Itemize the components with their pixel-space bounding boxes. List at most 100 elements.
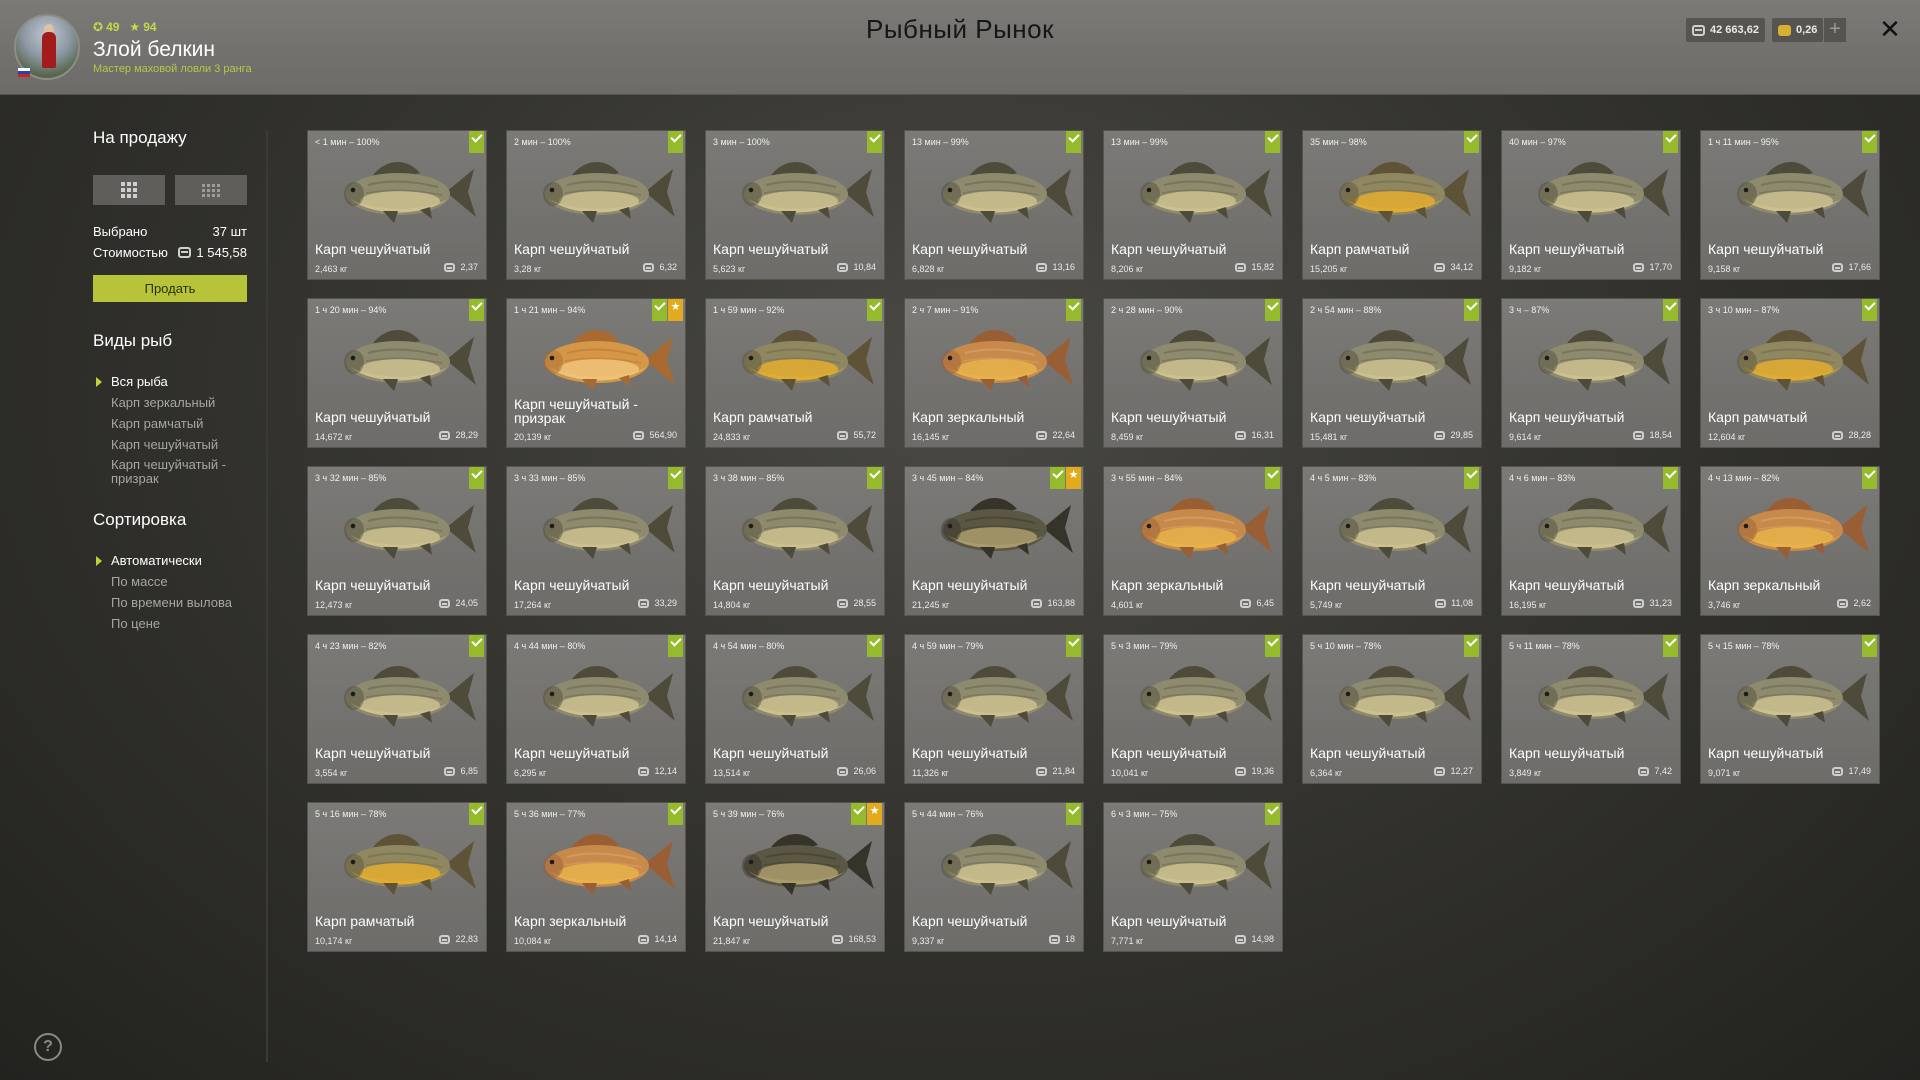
silver-balance[interactable]: 42 663,62 (1686, 18, 1765, 42)
selected-check-icon[interactable] (851, 803, 866, 825)
fish-card[interactable]: 13 мин – 99% Карп чешуйчатый 6,828 кг 13,16 (904, 130, 1084, 280)
selected-check-icon[interactable] (1066, 803, 1081, 825)
sort-auto[interactable]: Автоматически (93, 550, 232, 571)
fish-weight: 10,041 кг (1111, 768, 1149, 778)
close-button[interactable]: ✕ (1877, 15, 1903, 43)
small-grid-view-button[interactable] (175, 175, 247, 205)
selected-check-icon[interactable] (1066, 299, 1081, 321)
selected-check-icon[interactable] (1663, 299, 1678, 321)
fish-card[interactable]: 3 ч 38 мин – 85% Карп чешуйчатый 14,804 кг… (705, 466, 885, 616)
fish-card[interactable]: 1 ч 21 мин – 94% ★ Карп чешуйчатый - призр… (506, 298, 686, 448)
selected-check-icon[interactable] (867, 131, 882, 153)
fish-card[interactable]: 3 ч 32 мин – 85% Карп чешуйчатый 12,473 кг… (307, 466, 487, 616)
selected-check-icon[interactable] (867, 635, 882, 657)
selected-check-icon[interactable] (668, 467, 683, 489)
fish-card[interactable]: 3 ч 10 мин – 87% Карп рамчатый 12,604 кг 28… (1700, 298, 1880, 448)
selected-check-icon[interactable] (1464, 299, 1479, 321)
selected-check-icon[interactable] (1265, 803, 1280, 825)
filter-ghost-carp[interactable]: Карп чешуйчатый - призрак (93, 455, 233, 486)
fish-card[interactable]: 4 ч 59 мин – 79% Карп чешуйчатый 11,326 кг… (904, 634, 1084, 784)
selected-check-icon[interactable] (668, 131, 683, 153)
fish-card[interactable]: 3 ч 33 мин – 85% Карп чешуйчатый 17,264 кг… (506, 466, 686, 616)
selected-check-icon[interactable] (1050, 467, 1065, 489)
selected-check-icon[interactable] (469, 635, 484, 657)
selected-check-icon[interactable] (1265, 131, 1280, 153)
selected-check-icon[interactable] (652, 299, 667, 321)
selected-check-icon[interactable] (867, 467, 882, 489)
fish-card[interactable]: 2 мин – 100% Карп чешуйчатый 3,28 кг 6,32 (506, 130, 686, 280)
fish-card[interactable]: 5 ч 36 мин – 77% Карп зеркальный 10,084 кг… (506, 802, 686, 952)
fish-card[interactable]: 40 мин – 97% Карп чешуйчатый 9,182 кг 17,70 (1501, 130, 1681, 280)
fish-card[interactable]: 5 ч 16 мин – 78% Карп рамчатый 10,174 кг 22… (307, 802, 487, 952)
selected-check-icon[interactable] (1663, 635, 1678, 657)
help-button[interactable]: ? (34, 1033, 62, 1061)
fish-card[interactable]: 3 мин – 100% Карп чешуйчатый 5,623 кг 10,84 (705, 130, 885, 280)
filter-all-fish[interactable]: Вся рыба (93, 371, 233, 392)
selected-check-icon[interactable] (1265, 467, 1280, 489)
selected-check-icon[interactable] (1265, 635, 1280, 657)
fish-price: 24,05 (439, 598, 478, 608)
fish-card[interactable]: 1 ч 11 мин – 95% Карп чешуйчатый 9,158 кг 1… (1700, 130, 1880, 280)
sell-button[interactable]: Продать (93, 275, 247, 302)
selected-check-icon[interactable] (668, 635, 683, 657)
fish-card[interactable]: 4 ч 23 мин – 82% Карп чешуйчатый 3,554 кг 6… (307, 634, 487, 784)
fish-card[interactable]: 3 ч 45 мин – 84% ★ Карп чешуйчатый 21,245 к… (904, 466, 1084, 616)
selected-check-icon[interactable] (1066, 635, 1081, 657)
selected-check-icon[interactable] (469, 803, 484, 825)
selected-check-icon[interactable] (668, 803, 683, 825)
selected-check-icon[interactable] (1862, 635, 1877, 657)
player-rank: Мастер маховой ловли 3 ранга (93, 63, 252, 75)
fish-card[interactable]: 2 ч 7 мин – 91% Карп зеркальный 16,145 кг 2… (904, 298, 1084, 448)
selected-check-icon[interactable] (1663, 467, 1678, 489)
selected-check-icon[interactable] (1663, 131, 1678, 153)
selected-check-icon[interactable] (1066, 131, 1081, 153)
fish-card[interactable]: 4 ч 6 мин – 83% Карп чешуйчатый 16,195 кг 3… (1501, 466, 1681, 616)
fish-card[interactable]: 2 ч 54 мин – 88% Карп чешуйчатый 15,481 кг… (1302, 298, 1482, 448)
filter-common-carp[interactable]: Карп чешуйчатый (93, 434, 233, 455)
fish-card[interactable]: 5 ч 15 мин – 78% Карп чешуйчатый 9,071 кг 1… (1700, 634, 1880, 784)
sort-by-price[interactable]: По цене (93, 613, 232, 634)
fish-card[interactable]: 35 мин – 98% Карп рамчатый 15,205 кг 34,12 (1302, 130, 1482, 280)
selected-check-icon[interactable] (1265, 299, 1280, 321)
fish-card[interactable]: 3 ч – 87% Карп чешуйчатый 9,614 кг 18,54 (1501, 298, 1681, 448)
fish-card[interactable]: 3 ч 55 мин – 84% Карп зеркальный 4,601 кг 6… (1103, 466, 1283, 616)
fish-card[interactable]: 6 ч 3 мин – 75% Карп чешуйчатый 7,771 кг 14… (1103, 802, 1283, 952)
fish-card[interactable]: < 1 мин – 100% Карп чешуйчатый 2,463 кг 2,3… (307, 130, 487, 280)
selected-check-icon[interactable] (1464, 635, 1479, 657)
fish-card[interactable]: 4 ч 5 мин – 83% Карп чешуйчатый 5,749 кг 11… (1302, 466, 1482, 616)
fish-name: Карп чешуйчатый (1310, 577, 1426, 593)
fish-card[interactable]: 4 ч 13 мин – 82% Карп зеркальный 3,746 кг 2… (1700, 466, 1880, 616)
gold-balance[interactable]: 0,26 (1772, 18, 1824, 42)
sort-by-catch-time[interactable]: По времени вылова (93, 592, 232, 613)
selected-check-icon[interactable] (469, 467, 484, 489)
fish-card[interactable]: 1 ч 20 мин – 94% Карп чешуйчатый 14,672 кг… (307, 298, 487, 448)
selected-check-icon[interactable] (1464, 131, 1479, 153)
add-currency-button[interactable]: + (1824, 18, 1846, 42)
fish-card[interactable]: 2 ч 28 мин – 90% Карп чешуйчатый 8,459 кг 1… (1103, 298, 1283, 448)
fish-card[interactable]: 13 мин – 99% Карп чешуйчатый 8,206 кг 15,82 (1103, 130, 1283, 280)
fish-card[interactable]: 5 ч 44 мин – 76% Карп чешуйчатый 9,337 кг 1… (904, 802, 1084, 952)
fish-card[interactable]: 1 ч 59 мин – 92% Карп рамчатый 24,833 кг 55… (705, 298, 885, 448)
selected-check-icon[interactable] (1862, 299, 1877, 321)
selected-check-icon[interactable] (469, 299, 484, 321)
selected-check-icon[interactable] (1464, 467, 1479, 489)
selected-check-icon[interactable] (469, 131, 484, 153)
selected-check-icon[interactable] (1862, 467, 1877, 489)
selected-check-icon[interactable] (867, 299, 882, 321)
filter-frame-carp[interactable]: Карп рамчатый (93, 413, 233, 434)
selected-check-icon[interactable] (1862, 131, 1877, 153)
fish-card[interactable]: 5 ч 10 мин – 78% Карп чешуйчатый 6,364 кг 1… (1302, 634, 1482, 784)
fish-card[interactable]: 5 ч 39 мин – 76% ★ Карп чешуйчатый 21,847 к… (705, 802, 885, 952)
fish-name: Карп чешуйчатый (1509, 745, 1625, 761)
fish-price: 18 (1048, 934, 1075, 944)
fish-price: 16,31 (1235, 430, 1274, 440)
fish-card[interactable]: 5 ч 3 мин – 79% Карп чешуйчатый 10,041 кг 1… (1103, 634, 1283, 784)
fish-card[interactable]: 4 ч 54 мин – 80% Карп чешуйчатый 13,514 кг… (705, 634, 885, 784)
fish-card[interactable]: 5 ч 11 мин – 78% Карп чешуйчатый 3,849 кг 7… (1501, 634, 1681, 784)
price-value: 17,70 (1649, 262, 1672, 272)
fish-price: 31,23 (1633, 598, 1672, 608)
large-grid-view-button[interactable] (93, 175, 165, 205)
sort-by-mass[interactable]: По массе (93, 571, 232, 592)
fish-card[interactable]: 4 ч 44 мин – 80% Карп чешуйчатый 6,295 кг 1… (506, 634, 686, 784)
filter-mirror-carp[interactable]: Карп зеркальный (93, 392, 233, 413)
